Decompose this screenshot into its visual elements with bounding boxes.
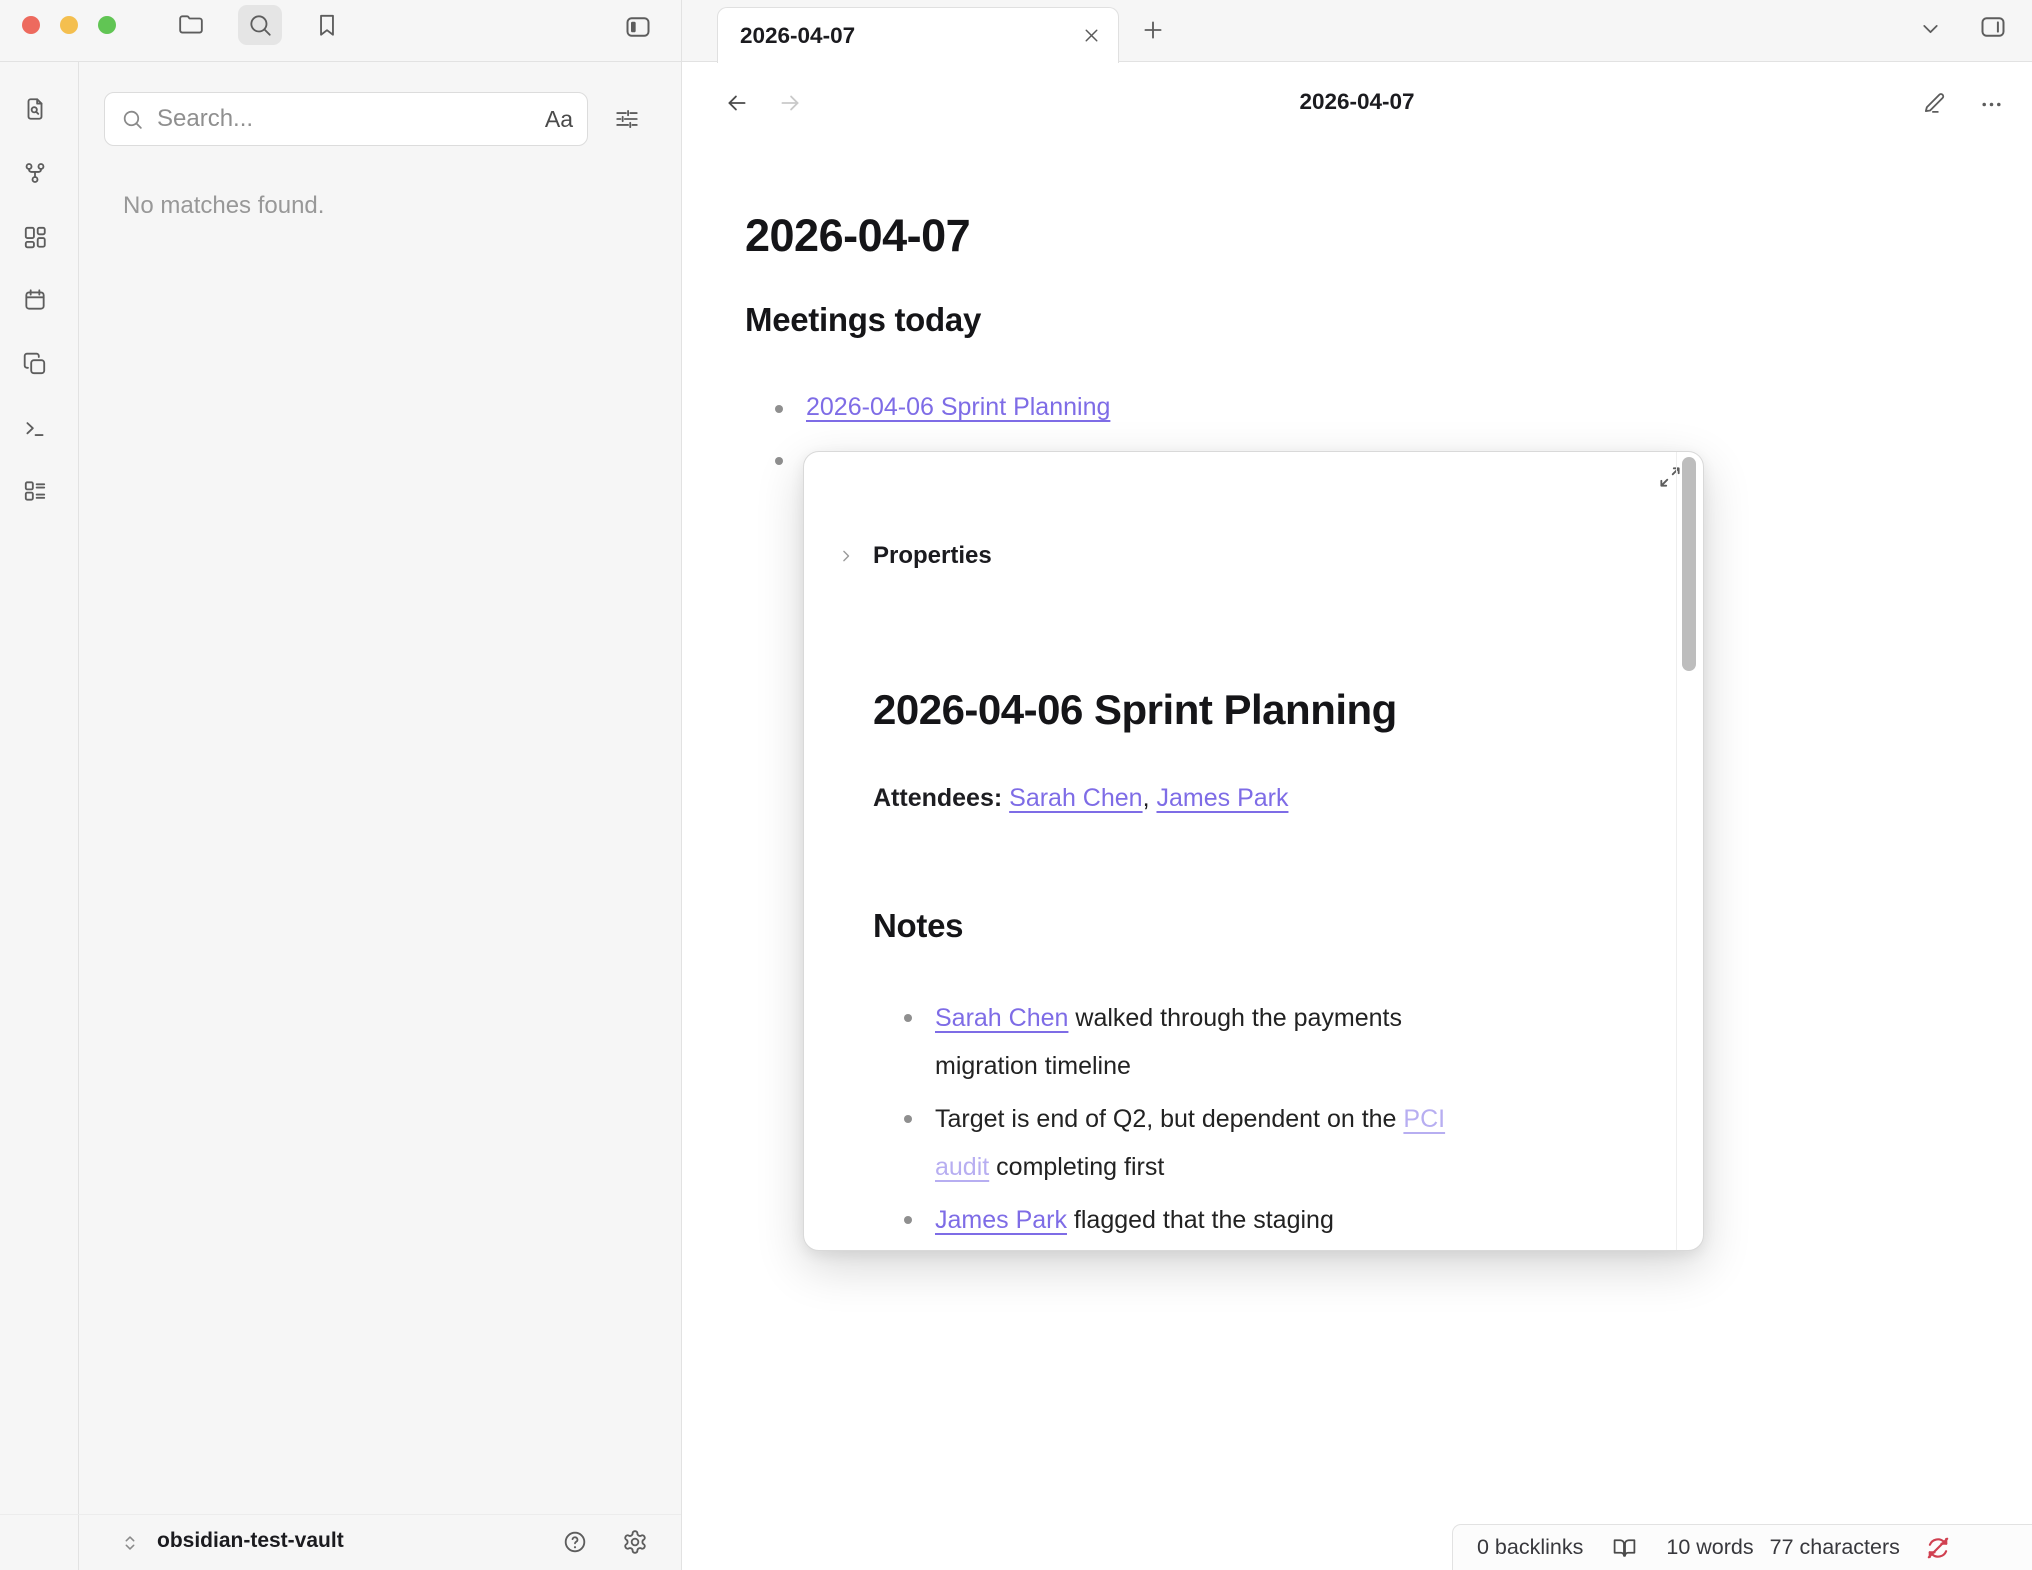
folder-icon[interactable] <box>178 12 204 38</box>
bullet-dot <box>775 405 783 413</box>
bookmark-icon[interactable] <box>314 12 340 38</box>
search-input-container: Aa <box>104 92 588 146</box>
status-bar: 0 backlinks 10 words 77 characters <box>1452 1524 2032 1570</box>
popup-note-title: 2026-04-06 Sprint Planning <box>873 686 1397 734</box>
properties-label: Properties <box>873 542 992 570</box>
calendar-icon[interactable] <box>22 287 48 313</box>
properties-collapse-toggle[interactable]: Properties <box>836 542 992 570</box>
tab-2026-04-07[interactable]: 2026-04-07 <box>717 7 1119 63</box>
book-open-icon <box>1612 1535 1637 1560</box>
tab-list-chevron-down-icon[interactable] <box>1918 16 1943 41</box>
popup-scrollbar-track <box>1676 452 1677 1250</box>
attendee-link-sarah-chen[interactable]: Sarah Chen <box>1009 784 1142 812</box>
bullet-dot <box>904 1115 912 1123</box>
settings-gear-icon[interactable] <box>622 1529 648 1555</box>
tab-title: 2026-04-07 <box>740 23 1081 49</box>
search-empty-state: No matches found. <box>123 192 324 220</box>
search-input-magnifier-icon <box>120 107 145 132</box>
bullet-text: Target is end of Q2, but dependent on th… <box>935 1105 1403 1133</box>
document-h1: 2026-04-07 <box>745 210 970 262</box>
bullet-dot <box>775 457 783 465</box>
pci-audit-link[interactable]: audit <box>935 1153 989 1181</box>
chevron-right-icon <box>836 546 856 566</box>
duplicate-note-icon[interactable] <box>22 351 48 377</box>
notes-heading: Notes <box>873 907 963 945</box>
graph-view-icon[interactable] <box>22 160 48 186</box>
right-sidebar-toggle-icon[interactable] <box>1979 13 2007 41</box>
note-bullet-1-line-2: migration timeline <box>935 1042 1131 1090</box>
note-bullet-1-line-1: Sarah Chen walked through the payments <box>935 994 1402 1042</box>
document-h2: Meetings today <box>745 301 981 339</box>
close-window-button[interactable] <box>22 16 40 34</box>
sarah-chen-link[interactable]: Sarah Chen <box>935 1004 1068 1032</box>
note-bullet-2-line-1: Target is end of Q2, but dependent on th… <box>935 1095 1445 1143</box>
word-count: 10 words <box>1666 1535 1753 1560</box>
note-bullet-3-line-1: James Park flagged that the staging <box>935 1196 1334 1244</box>
expand-popup-icon[interactable] <box>1657 464 1683 490</box>
attendees-label: Attendees: <box>873 784 1002 812</box>
match-case-toggle[interactable]: Aa <box>545 106 573 133</box>
character-count: 77 characters <box>1770 1535 1900 1560</box>
sync-off-icon[interactable] <box>1925 1535 1951 1561</box>
zoom-window-button[interactable] <box>98 16 116 34</box>
close-tab-icon[interactable] <box>1081 25 1102 46</box>
attendees-line: Attendees: Sarah Chen, James Park <box>873 784 1288 813</box>
minimize-window-button[interactable] <box>60 16 78 34</box>
vault-name[interactable]: obsidian-test-vault <box>157 1529 344 1553</box>
bullet-dot <box>904 1216 912 1224</box>
forward-arrow-icon[interactable] <box>777 90 803 116</box>
hover-preview-popup: Properties 2026-04-06 Sprint Planning At… <box>803 451 1704 1251</box>
back-arrow-icon[interactable] <box>724 90 750 116</box>
file-search-icon[interactable] <box>22 96 48 122</box>
backlinks-count[interactable]: 0 backlinks <box>1477 1535 1583 1560</box>
attendee-link-james-park[interactable]: James Park <box>1156 784 1288 812</box>
new-tab-plus-icon[interactable] <box>1140 17 1166 43</box>
attendees-separator: , <box>1143 784 1150 812</box>
obsidian-window: 2026-04-07 Aa No matches f <box>0 0 2032 1570</box>
left-sidebar <box>0 62 681 1570</box>
terminal-icon[interactable] <box>22 415 48 441</box>
left-sidebar-toggle-icon[interactable] <box>624 13 652 41</box>
more-options-icon[interactable] <box>1979 92 2004 117</box>
sidebar-divider <box>681 0 682 1570</box>
layout-list-icon[interactable] <box>22 478 48 504</box>
search-icon[interactable] <box>247 12 273 38</box>
note-bullet-2-line-2: audit completing first <box>935 1143 1164 1191</box>
ribbon-divider <box>78 62 79 1570</box>
bullet-text: flagged that the staging <box>1067 1206 1334 1234</box>
note-title: 2026-04-07 <box>682 89 2032 115</box>
james-park-link[interactable]: James Park <box>935 1206 1067 1234</box>
pci-audit-link[interactable]: PCI <box>1403 1105 1445 1133</box>
meeting-note-link[interactable]: 2026-04-06 Sprint Planning <box>806 393 1110 422</box>
edit-pencil-icon[interactable] <box>1921 90 1947 116</box>
canvas-dashboard-icon[interactable] <box>22 224 48 250</box>
help-icon[interactable] <box>562 1529 588 1555</box>
chevrons-up-down-icon <box>119 1532 141 1554</box>
search-input[interactable] <box>157 105 545 133</box>
bullet-dot <box>904 1014 912 1022</box>
bullet-text: walked through the payments <box>1068 1004 1402 1032</box>
popup-scrollbar-thumb[interactable] <box>1682 457 1696 671</box>
bullet-text: completing first <box>989 1153 1164 1181</box>
search-settings-sliders-icon[interactable] <box>614 106 640 132</box>
